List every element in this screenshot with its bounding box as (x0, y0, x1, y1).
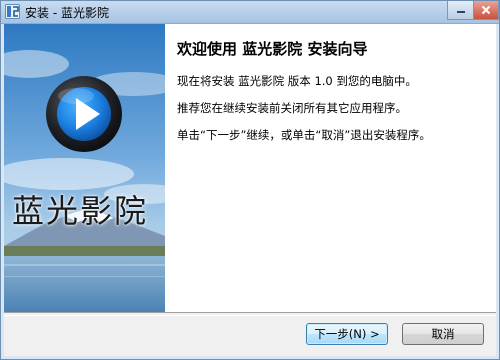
instructions-text: 单击“下一步”继续，或单击“取消”退出安装程序。 (177, 128, 431, 142)
close-button[interactable] (473, 1, 499, 20)
wizard-content-panel: 欢迎使用 蓝光影院 安装向导 现在将安装 蓝光影院 版本 1.0 到您的电脑中。… (165, 24, 496, 312)
minimize-icon (457, 11, 465, 13)
landscape-image (4, 24, 165, 312)
installer-dialog: 安装 - 蓝光影院 蓝光影院 欢迎使用 蓝光影院 安装向导 现在将安装 蓝光影院… (0, 0, 500, 360)
dialog-client-area: 蓝光影院 欢迎使用 蓝光影院 安装向导 现在将安装 蓝光影院 版本 1.0 到您… (4, 24, 496, 356)
button-area-divider (4, 312, 496, 316)
play-logo-icon (46, 76, 122, 152)
brand-text: 蓝光影院 (12, 192, 149, 230)
next-button[interactable]: 下一步(N) > (306, 323, 388, 345)
close-apps-text: 推荐您在继续安装前关闭所有其它应用程序。 (177, 101, 407, 115)
installer-app-icon (5, 4, 20, 19)
wizard-side-image: 蓝光影院 (4, 24, 165, 312)
install-version-text: 现在将安装 蓝光影院 版本 1.0 到您的电脑中。 (177, 74, 417, 88)
window-title: 安装 - 蓝光影院 (25, 6, 109, 20)
title-bar[interactable]: 安装 - 蓝光影院 (1, 1, 499, 24)
cancel-button[interactable]: 取消 (402, 323, 484, 345)
close-icon (481, 5, 491, 15)
minimize-button[interactable] (447, 1, 475, 20)
welcome-heading: 欢迎使用 蓝光影院 安装向导 (177, 40, 368, 58)
